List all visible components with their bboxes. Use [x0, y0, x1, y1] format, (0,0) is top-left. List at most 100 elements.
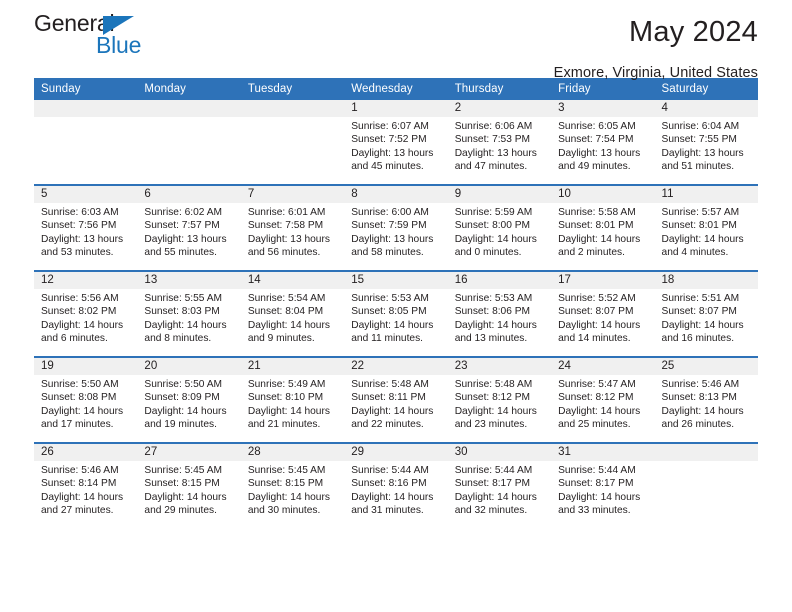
calendar-day-cell[interactable]: 22 Sunrise: 5:48 AM Sunset: 8:11 PM Dayligh…	[344, 356, 448, 443]
weekday-header-saturday: Saturday	[654, 78, 758, 100]
calendar-day-cell[interactable]: 30 Sunrise: 5:44 AM Sunset: 8:17 PM Dayligh…	[447, 442, 552, 528]
day-details: Sunrise: 5:45 AM Sunset: 8:15 PM Daylight:…	[137, 461, 240, 517]
calendar-cell: 5 Sunrise: 6:03 AM Sunset: 7:56 PM Daylight…	[34, 186, 138, 270]
calendar-day-cell[interactable]: 1 Sunrise: 6:07 AM Sunset: 7:52 PM Daylight…	[344, 100, 448, 185]
day-number: 12	[34, 272, 138, 289]
sunset-text: Sunset: 7:57 PM	[144, 220, 220, 232]
day-details: Sunrise: 5:50 AM Sunset: 8:09 PM Daylight:…	[137, 375, 240, 431]
calendar-day-cell[interactable]: 8 Sunrise: 6:00 AM Sunset: 7:59 PM Daylight…	[344, 184, 448, 271]
calendar-day-cell[interactable]: 25 Sunrise: 5:46 AM Sunset: 8:13 PM Dayligh…	[654, 356, 758, 443]
sunset-text: Sunset: 8:00 PM	[454, 220, 531, 232]
day-number: 25	[654, 358, 758, 375]
day-details: Sunrise: 5:48 AM Sunset: 8:12 PM Daylight:…	[448, 375, 551, 431]
day-number: 22	[344, 358, 448, 375]
daylight-text: Daylight: 14 hours and 32 minutes.	[454, 491, 537, 516]
calendar-cell: 10 Sunrise: 5:58 AM Sunset: 8:01 PM Dayligh…	[551, 186, 655, 270]
day-number: 20	[137, 358, 241, 375]
calendar-day-cell[interactable]: 27 Sunrise: 5:45 AM Sunset: 8:15 PM Dayligh…	[137, 442, 241, 528]
daylight-text: Daylight: 13 hours and 45 minutes.	[351, 147, 434, 172]
day-number: 15	[344, 272, 448, 289]
day-details: Sunrise: 6:01 AM Sunset: 7:58 PM Daylight:…	[241, 203, 344, 259]
calendar-cell: 27 Sunrise: 5:45 AM Sunset: 8:15 PM Dayligh…	[137, 444, 241, 528]
daylight-text: Daylight: 14 hours and 19 minutes.	[144, 405, 227, 430]
sunset-text: Sunset: 8:12 PM	[454, 392, 531, 404]
calendar-day-cell[interactable]: 10 Sunrise: 5:58 AM Sunset: 8:01 PM Dayligh…	[551, 184, 655, 271]
day-number: 11	[654, 186, 758, 203]
day-details: Sunrise: 6:04 AM Sunset: 7:55 PM Daylight:…	[655, 117, 758, 173]
calendar-day-cell[interactable]: 3 Sunrise: 6:05 AM Sunset: 7:54 PM Daylight…	[551, 100, 655, 185]
calendar-cell: 20 Sunrise: 5:50 AM Sunset: 8:09 PM Dayligh…	[137, 358, 241, 442]
calendar-day-cell[interactable]: 7 Sunrise: 6:01 AM Sunset: 7:58 PM Daylight…	[240, 184, 345, 271]
calendar-day-cell[interactable]: 9 Sunrise: 5:59 AM Sunset: 8:00 PM Daylight…	[447, 184, 552, 271]
day-number: 29	[344, 444, 448, 461]
calendar-cell: 1 Sunrise: 6:07 AM Sunset: 7:52 PM Daylight…	[344, 100, 448, 184]
calendar-week-row: 12 Sunrise: 5:56 AM Sunset: 8:02 PM Dayligh…	[34, 270, 758, 357]
day-details: Sunrise: 6:06 AM Sunset: 7:53 PM Daylight:…	[448, 117, 551, 173]
calendar-cell: 19 Sunrise: 5:50 AM Sunset: 8:08 PM Dayligh…	[34, 358, 138, 442]
calendar-day-cell[interactable]: 13 Sunrise: 5:55 AM Sunset: 8:03 PM Dayligh…	[137, 270, 241, 357]
calendar-day-cell[interactable]: 29 Sunrise: 5:44 AM Sunset: 8:16 PM Dayligh…	[344, 442, 448, 528]
calendar-day-cell[interactable]: 19 Sunrise: 5:50 AM Sunset: 8:08 PM Dayligh…	[34, 356, 138, 443]
calendar-page: General Blue May 2024 Exmore, Virginia, …	[0, 0, 792, 612]
calendar-cell	[654, 444, 758, 528]
calendar-day-cell[interactable]: 31 Sunrise: 5:44 AM Sunset: 8:17 PM Dayligh…	[551, 442, 655, 528]
sunrise-text: Sunrise: 5:50 AM	[144, 379, 223, 390]
calendar-day-cell[interactable]: 4 Sunrise: 6:04 AM Sunset: 7:55 PM Daylight…	[654, 100, 758, 185]
calendar-cell: 7 Sunrise: 6:01 AM Sunset: 7:58 PM Daylight…	[240, 186, 345, 270]
title-block: May 2024 Exmore, Virginia, United States	[554, 0, 758, 81]
calendar-cell-empty	[137, 100, 241, 185]
calendar-day-cell[interactable]: 21 Sunrise: 5:49 AM Sunset: 8:10 PM Dayligh…	[240, 356, 345, 443]
daylight-text: Daylight: 13 hours and 49 minutes.	[558, 147, 641, 172]
sunrise-text: Sunrise: 5:52 AM	[558, 293, 636, 304]
calendar-day-cell[interactable]: 2 Sunrise: 6:06 AM Sunset: 7:53 PM Daylight…	[447, 100, 552, 185]
day-number: 1	[344, 100, 448, 117]
day-details: Sunrise: 6:05 AM Sunset: 7:54 PM Daylight:…	[551, 117, 654, 173]
sunrise-text: Sunrise: 5:51 AM	[661, 293, 740, 304]
calendar-day-cell[interactable]: 26 Sunrise: 5:46 AM Sunset: 8:14 PM Dayligh…	[34, 442, 138, 528]
calendar-day-cell[interactable]: 6 Sunrise: 6:02 AM Sunset: 7:57 PM Daylight…	[137, 184, 241, 271]
sunrise-text: Sunrise: 5:58 AM	[558, 207, 636, 218]
sunrise-text: Sunrise: 5:48 AM	[454, 379, 533, 390]
calendar-day-cell[interactable]: 16 Sunrise: 5:53 AM Sunset: 8:06 PM Dayligh…	[447, 270, 552, 357]
calendar-day-cell[interactable]: 24 Sunrise: 5:47 AM Sunset: 8:12 PM Dayligh…	[551, 356, 655, 443]
calendar-day-cell[interactable]: 23 Sunrise: 5:48 AM Sunset: 8:12 PM Dayligh…	[447, 356, 552, 443]
sunset-text: Sunset: 8:11 PM	[351, 392, 426, 404]
calendar-day-cell[interactable]: 28 Sunrise: 5:45 AM Sunset: 8:15 PM Dayligh…	[240, 442, 345, 528]
weekday-header-sunday: Sunday	[34, 78, 138, 100]
calendar-day-cell[interactable]: 18 Sunrise: 5:51 AM Sunset: 8:07 PM Dayligh…	[654, 270, 758, 357]
calendar-day-cell[interactable]: 5 Sunrise: 6:03 AM Sunset: 7:56 PM Daylight…	[34, 184, 138, 271]
calendar-day-cell[interactable]: 15 Sunrise: 5:53 AM Sunset: 8:05 PM Dayligh…	[344, 270, 448, 357]
page-header: General Blue May 2024 Exmore, Virginia, …	[34, 0, 758, 81]
calendar-cell: 15 Sunrise: 5:53 AM Sunset: 8:05 PM Dayligh…	[344, 272, 448, 356]
calendar-cell	[137, 100, 241, 184]
general-blue-logo[interactable]: General Blue	[34, 12, 234, 66]
daylight-text: Daylight: 14 hours and 9 minutes.	[247, 319, 330, 344]
calendar-day-cell[interactable]: 12 Sunrise: 5:56 AM Sunset: 8:02 PM Dayligh…	[34, 270, 138, 357]
calendar-day-cell[interactable]: 11 Sunrise: 5:57 AM Sunset: 8:01 PM Dayligh…	[654, 184, 758, 271]
sunrise-text: Sunrise: 6:07 AM	[351, 121, 429, 132]
sunrise-text: Sunrise: 5:55 AM	[144, 293, 223, 304]
sunrise-text: Sunrise: 5:57 AM	[661, 207, 740, 218]
calendar-day-cell[interactable]: 20 Sunrise: 5:50 AM Sunset: 8:09 PM Dayligh…	[137, 356, 241, 443]
calendar-week-row: 26 Sunrise: 5:46 AM Sunset: 8:14 PM Dayligh…	[34, 442, 758, 528]
sunset-text: Sunset: 8:01 PM	[661, 220, 737, 232]
sunset-text: Sunset: 7:53 PM	[454, 134, 531, 146]
calendar-day-cell[interactable]: 14 Sunrise: 5:54 AM Sunset: 8:04 PM Dayligh…	[240, 270, 345, 357]
daylight-text: Daylight: 14 hours and 27 minutes.	[41, 491, 124, 516]
sunrise-text: Sunrise: 5:44 AM	[558, 465, 636, 476]
calendar-cell: 28 Sunrise: 5:45 AM Sunset: 8:15 PM Dayligh…	[240, 444, 345, 528]
sunset-text: Sunset: 8:02 PM	[41, 306, 117, 318]
calendar-cell: 4 Sunrise: 6:04 AM Sunset: 7:55 PM Daylight…	[654, 100, 758, 184]
day-details: Sunrise: 5:57 AM Sunset: 8:01 PM Daylight:…	[655, 203, 758, 259]
day-number: 17	[551, 272, 655, 289]
day-number	[137, 100, 241, 117]
daylight-text: Daylight: 14 hours and 25 minutes.	[558, 405, 641, 430]
calendar-week-row: 19 Sunrise: 5:50 AM Sunset: 8:08 PM Dayligh…	[34, 356, 758, 443]
day-details: Sunrise: 5:46 AM Sunset: 8:13 PM Daylight:…	[655, 375, 758, 431]
calendar-day-cell[interactable]: 17 Sunrise: 5:52 AM Sunset: 8:07 PM Dayligh…	[551, 270, 655, 357]
sunset-text: Sunset: 8:08 PM	[41, 392, 117, 404]
daylight-text: Daylight: 14 hours and 31 minutes.	[351, 491, 434, 516]
day-details: Sunrise: 5:44 AM Sunset: 8:17 PM Daylight:…	[448, 461, 551, 517]
sunrise-text: Sunrise: 5:49 AM	[247, 379, 326, 390]
calendar-cell: 22 Sunrise: 5:48 AM Sunset: 8:11 PM Dayligh…	[344, 358, 448, 442]
